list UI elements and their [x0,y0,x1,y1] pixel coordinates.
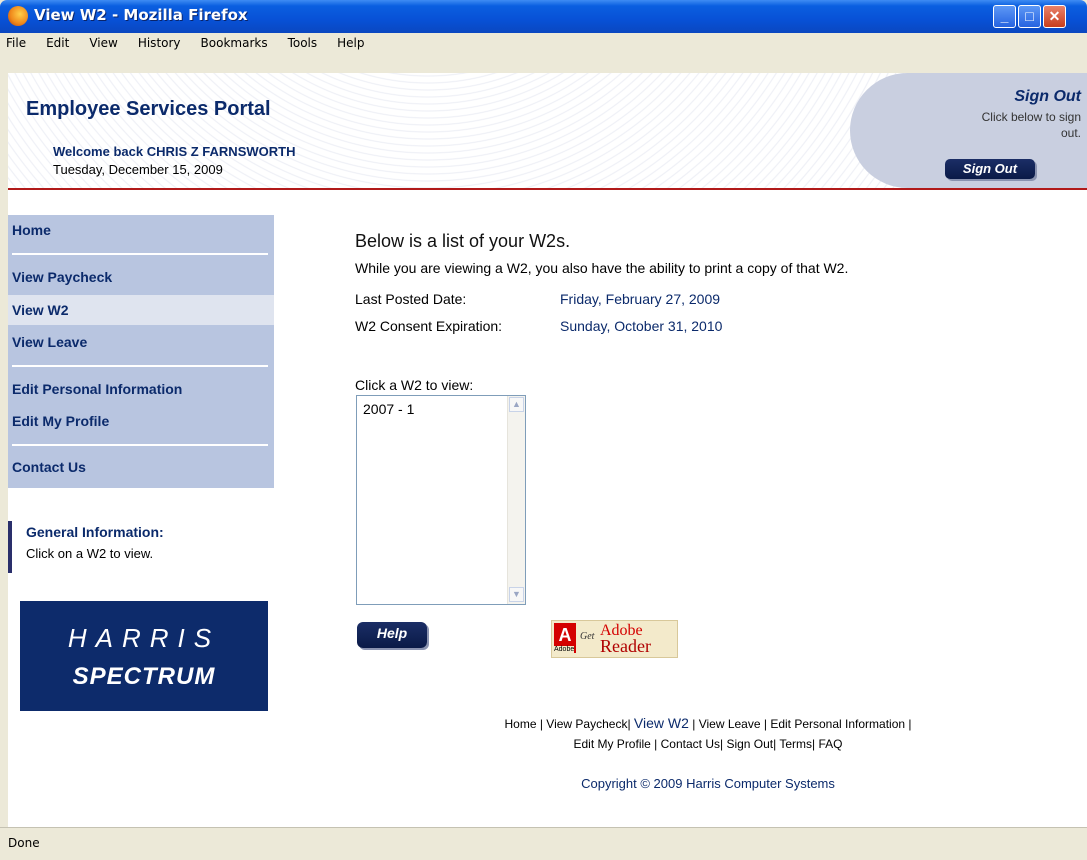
status-text: Done [8,836,40,850]
footer-link-edit-my-profile[interactable]: Edit My Profile [573,737,650,751]
menu-file[interactable]: File [0,33,36,53]
menu-tools[interactable]: Tools [278,33,328,53]
portal-header: Employee Services Portal Welcome back CH… [8,73,1087,190]
footer-link-home[interactable]: Home [504,717,536,731]
help-button[interactable]: Help [357,622,427,648]
footer-links: Home | View Paycheck| View W2 | View Lea… [428,713,988,754]
menu-help[interactable]: Help [327,33,374,53]
firefox-icon [8,6,28,26]
copyright: Copyright © 2009 Harris Computer Systems [581,776,835,791]
maximize-button[interactable]: □ [1018,5,1041,28]
divider [12,365,268,367]
sidebar-item-label: View Leave [12,334,88,350]
sidebar-item-label: Edit Personal Information [12,381,183,397]
signout-title: Sign Out [1014,88,1081,105]
footer-link-view-paycheck[interactable]: View Paycheck [546,717,627,731]
general-info-box: General Information: Click on a W2 to vi… [8,521,278,573]
menu-bar: File Edit View History Bookmarks Tools H… [0,33,1087,73]
menu-view[interactable]: View [79,33,127,53]
signout-button[interactable]: Sign Out [945,159,1035,179]
window-title: View W2 - Mozilla Firefox [34,6,248,24]
sidebar-item-edit-personal-information[interactable]: Edit Personal Information [8,374,274,404]
sidebar-item-view-w2[interactable]: View W2 [8,295,274,325]
page-content: Employee Services Portal Welcome back CH… [8,73,1087,827]
general-info-title: General Information: [26,524,164,540]
footer-link-view-w2[interactable]: View W2 [634,715,689,731]
sidebar-item-home[interactable]: Home [8,215,274,245]
scroll-down-icon[interactable]: ▼ [509,587,524,602]
sidebar-item-contact-us[interactable]: Contact Us [8,452,274,482]
footer-line2: Edit My Profile | Contact Us| Sign Out| … [573,737,843,751]
w2-option[interactable]: 2007 - 1 [363,401,414,417]
last-posted-value: Friday, February 27, 2009 [560,291,721,307]
divider [12,444,268,446]
general-info-text: Click on a W2 to view. [26,546,154,561]
close-button[interactable]: ✕ [1043,5,1066,28]
page-description: While you are viewing a W2, you also hav… [355,260,849,276]
adobe-get-text: Get [580,631,595,642]
footer-link-edit-personal-information[interactable]: Edit Personal Information [770,717,905,731]
sidebar-item-view-paycheck[interactable]: View Paycheck [8,262,274,292]
sidebar-item-label: Contact Us [12,459,86,475]
signout-panel: Sign Out Click below to sign out. Sign O… [850,73,1087,188]
status-bar: Done [0,827,1087,860]
listbox-scrollbar[interactable]: ▲ ▼ [507,396,525,604]
footer-line1: Home | View Paycheck| View W2 | View Lea… [504,715,912,731]
reader-text: Reader [600,636,651,656]
title-bar: View W2 - Mozilla Firefox _ □ ✕ [0,0,1087,33]
scroll-up-icon[interactable]: ▲ [509,397,524,412]
welcome-text: Welcome back CHRIS Z FARNSWORTH [53,144,296,159]
sidebar-nav: Home View Paycheck View W2 View Leave Ed… [8,215,274,488]
adobe-wordmark: Adobe [554,646,575,653]
portal-title: Employee Services Portal [26,98,271,120]
footer-link-faq[interactable]: FAQ [819,737,843,751]
divider [12,253,268,255]
w2-list-label: Click a W2 to view: [355,377,474,393]
browser-window: View W2 - Mozilla Firefox _ □ ✕ File Edi… [0,0,1087,860]
menu-edit[interactable]: Edit [36,33,79,53]
menu-bookmarks[interactable]: Bookmarks [191,33,278,53]
signout-text: Click below to sign out. [981,110,1081,140]
sidebar-item-view-leave[interactable]: View Leave [8,327,274,357]
logo-line2: SPECTRUM [72,663,216,690]
footer-link-sign-out[interactable]: Sign Out [726,737,773,751]
menu-history[interactable]: History [128,33,191,53]
footer-link-terms[interactable]: Terms [779,737,812,751]
sidebar-item-edit-my-profile[interactable]: Edit My Profile [8,406,274,436]
footer-link-contact-us[interactable]: Contact Us [661,737,720,751]
sidebar-item-label: View Paycheck [12,269,113,285]
w2-listbox[interactable]: 2007 - 1 ▲ ▼ [356,395,526,605]
logo-line1: HARRIS [67,623,221,653]
consent-expiration-label: W2 Consent Expiration: [355,318,503,334]
last-posted-label: Last Posted Date: [355,291,467,307]
minimize-button[interactable]: _ [993,5,1016,28]
current-date: Tuesday, December 15, 2009 [53,162,223,177]
sidebar-item-label: Edit My Profile [12,413,110,429]
harris-spectrum-logo: HARRIS SPECTRUM [20,601,268,711]
consent-expiration-value: Sunday, October 31, 2010 [560,318,723,334]
sidebar-item-label: Home [12,222,51,238]
footer-link-view-leave[interactable]: View Leave [699,717,761,731]
page-heading: Below is a list of your W2s. [355,231,571,251]
get-adobe-reader-badge[interactable]: A Adobe Get Adobe Reader [551,620,678,658]
sidebar-item-label: View W2 [12,302,69,318]
